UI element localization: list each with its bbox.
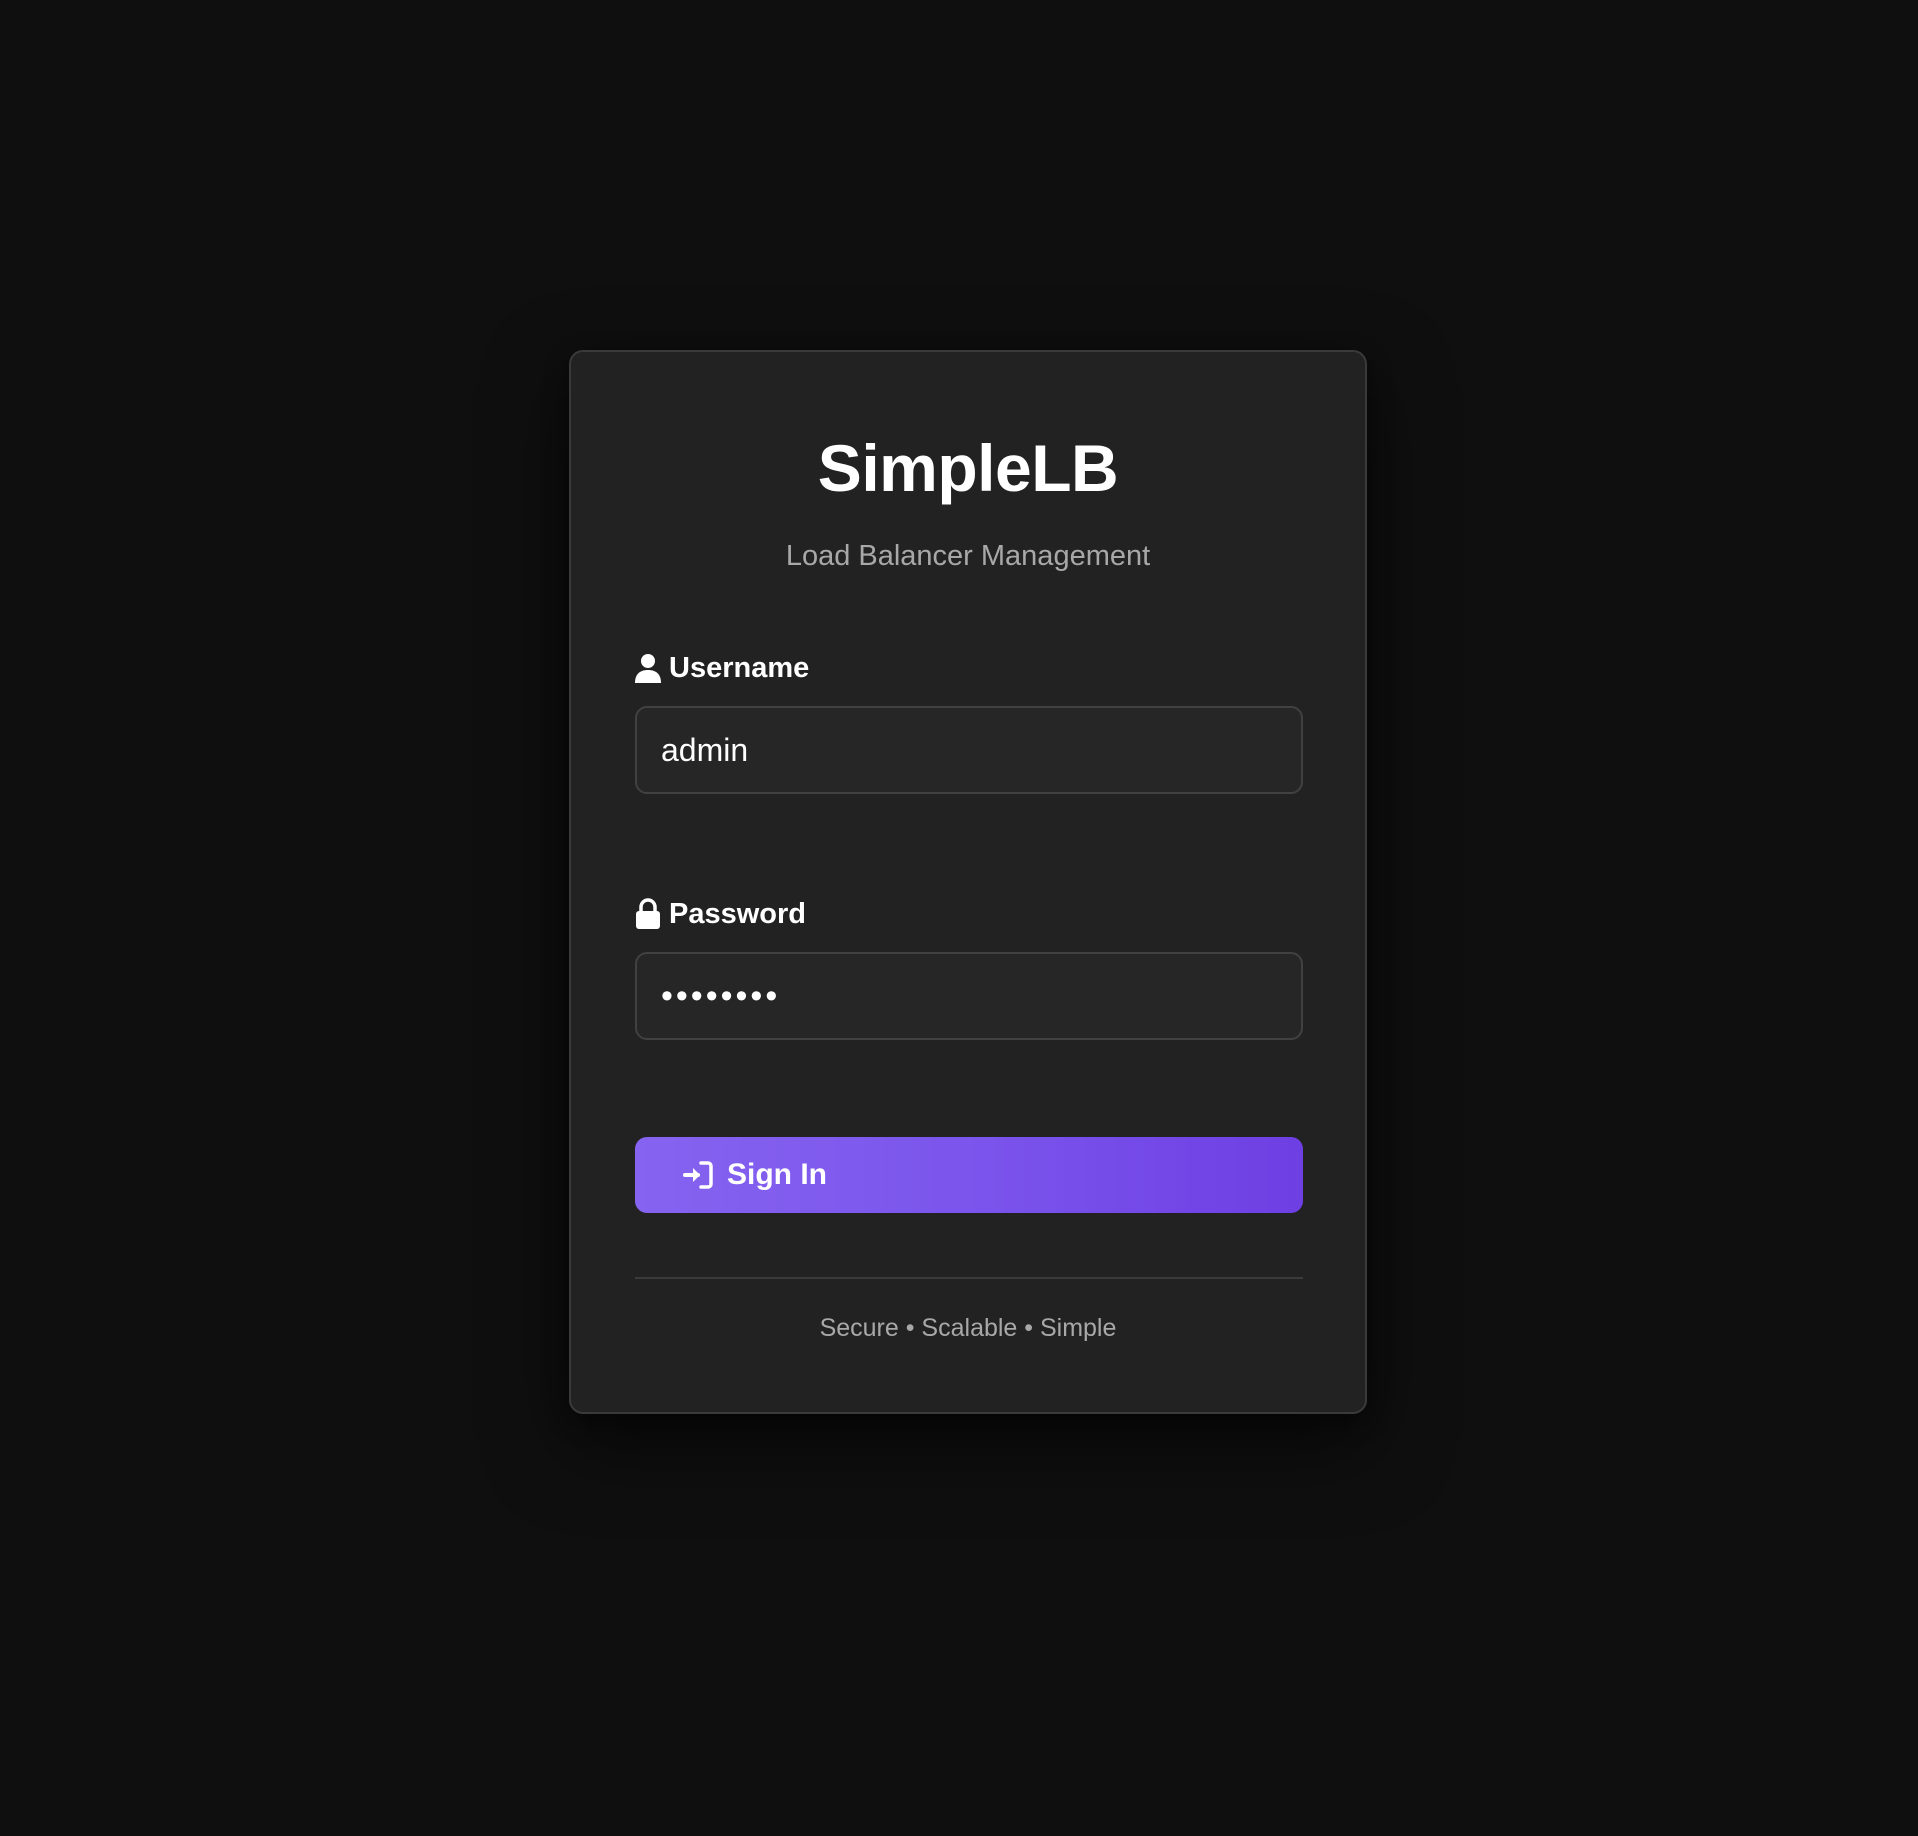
footer-tagline: Secure • Scalable • Simple [819, 1314, 1117, 1342]
username-label-text: Username [669, 652, 810, 684]
username-label: Username [635, 650, 809, 686]
sign-in-button[interactable]: Sign In [635, 1137, 1303, 1213]
password-masked-value: •••••••• [661, 976, 781, 1015]
user-icon [635, 652, 661, 684]
login-card: SimpleLB Load Balancer Management Userna… [569, 350, 1367, 1414]
username-input[interactable] [635, 706, 1303, 794]
sign-in-icon [683, 1160, 713, 1190]
password-label-text: Password [669, 898, 806, 930]
lock-icon [635, 898, 661, 930]
app-title: SimpleLB [817, 431, 1119, 505]
sign-in-label: Sign In [727, 1158, 827, 1191]
divider [635, 1277, 1303, 1279]
app-subtitle: Load Balancer Management [785, 540, 1151, 572]
password-label: Password [635, 896, 806, 932]
password-input[interactable]: •••••••• [635, 952, 1303, 1040]
